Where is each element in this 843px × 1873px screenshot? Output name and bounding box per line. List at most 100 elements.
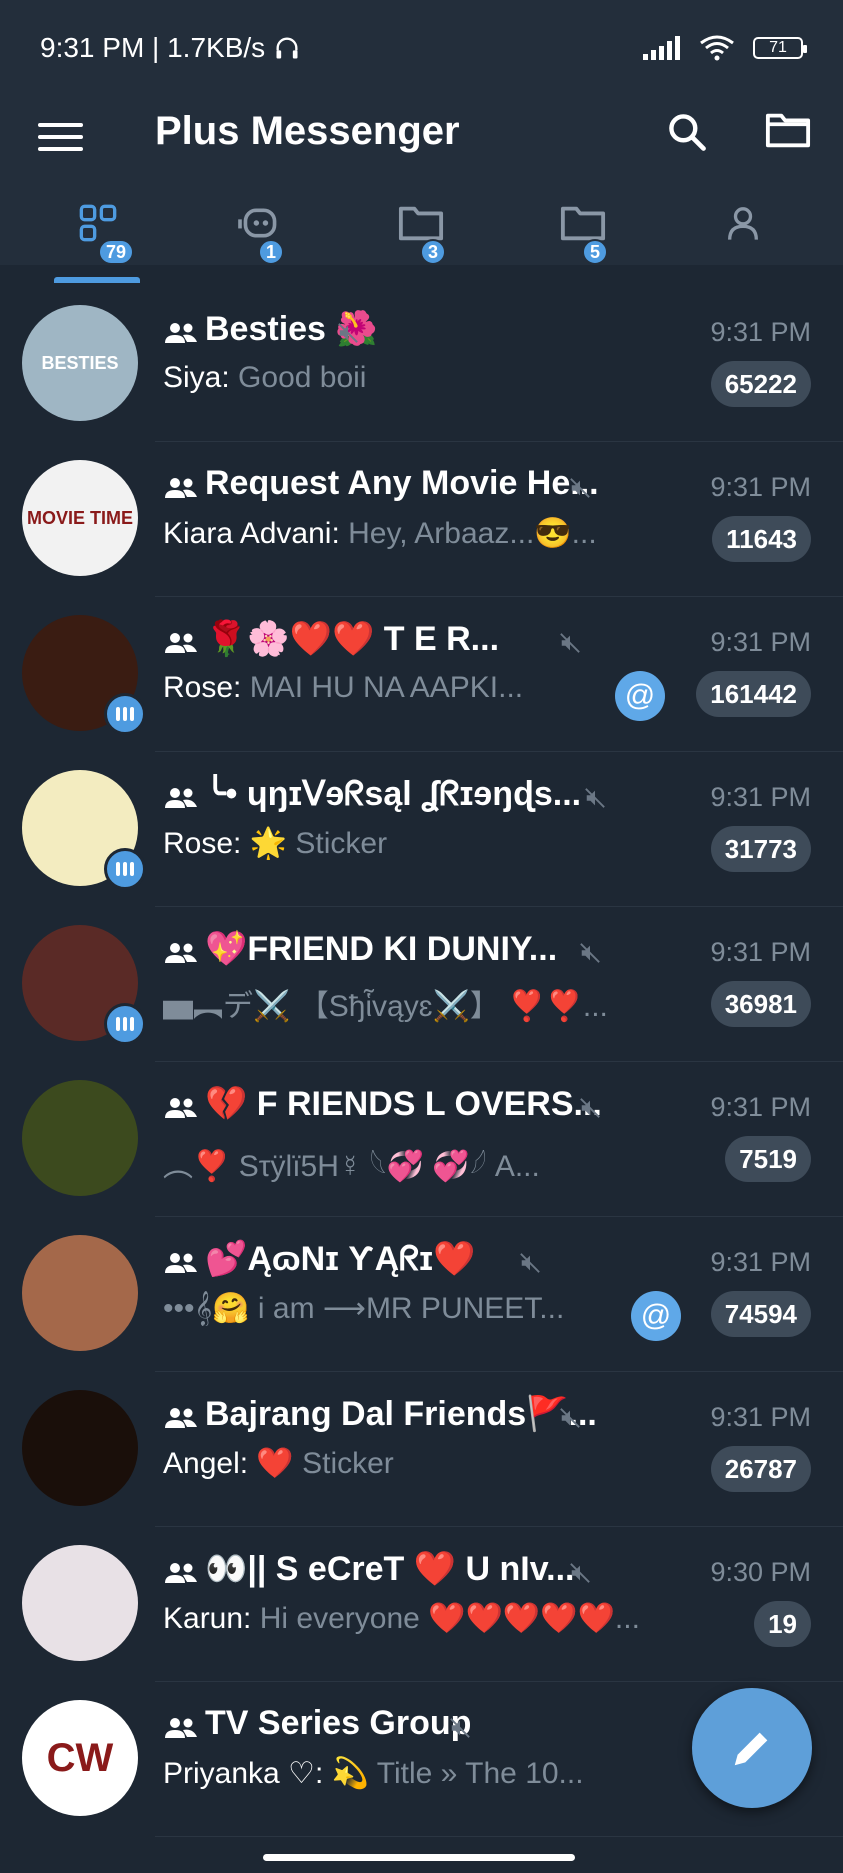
chat-avatar xyxy=(22,1235,138,1351)
chat-title: ╰• ɥŋɪᐯɘᖇsąl ʆᖇɪɘŋɖs... xyxy=(205,775,582,813)
preview-sender: Siya: xyxy=(163,361,230,394)
group-icon xyxy=(165,323,197,343)
preview-text: 💫 Title » The 10... xyxy=(331,1757,584,1790)
folders-button[interactable] xyxy=(765,110,815,160)
chat-list: BESTIES Besties 🌺 9:31 PM Siya: Good boi… xyxy=(0,287,843,1837)
avatar-label xyxy=(22,1080,138,1196)
message-preview: Kiara Advani: Hey, Arbaaz...😎... xyxy=(163,516,597,551)
chat-avatar: CW xyxy=(22,1700,138,1816)
preview-sender: Rose: xyxy=(163,827,242,860)
chat-title: 🌹🌸❤️❤️ T E R... xyxy=(205,620,500,658)
avatar-label: BESTIES xyxy=(41,352,119,373)
status-bar: 9:31 PM | 1.7KB/s 71 xyxy=(0,0,843,95)
preview-sender: Angel: xyxy=(163,1447,249,1480)
voice-chat-badge xyxy=(104,693,146,735)
tab-folder-1[interactable]: 3 xyxy=(360,195,480,265)
headphones-icon xyxy=(276,37,298,58)
pencil-icon xyxy=(734,1732,768,1766)
unread-count-badge: 74594 xyxy=(710,1291,811,1337)
tab-folder-2[interactable]: 5 xyxy=(522,195,642,265)
chat-time: 9:30 PM xyxy=(710,1557,811,1587)
compose-button[interactable] xyxy=(692,1688,812,1808)
unread-count-badge: 161442 xyxy=(696,671,811,717)
group-icon xyxy=(165,1098,197,1118)
voice-chat-badge xyxy=(104,848,146,890)
chat-title: 💔 F RIENDS L OVERS... xyxy=(205,1085,602,1123)
message-preview: Karun: Hi everyone ❤️❤️❤️❤️❤️... xyxy=(163,1601,640,1636)
chat-avatar xyxy=(22,1080,138,1196)
folder-icon xyxy=(765,113,811,148)
group-icon xyxy=(165,478,197,498)
avatar-label xyxy=(22,1235,138,1351)
preview-text: 🌟 Sticker xyxy=(249,827,388,860)
muted-icon xyxy=(570,478,590,498)
tab-badge: 5 xyxy=(582,239,609,265)
message-preview: ▅︻デ⚔️ 【Sђἷvąyɛ⚔️】 ❣️❣️... xyxy=(163,981,608,1025)
avatar-label xyxy=(22,1390,138,1506)
group-icon xyxy=(165,1253,197,1273)
divider xyxy=(155,1836,843,1837)
all-chats-icon xyxy=(79,204,117,242)
folder-icon xyxy=(398,206,444,241)
muted-icon xyxy=(520,1253,540,1273)
chat-row[interactable]: ╰• ɥŋɪᐯɘᖇsąl ʆᖇɪɘŋɖs... 9:31 PM Rose: 🌟 … xyxy=(0,752,843,907)
unread-count-badge: 26787 xyxy=(710,1446,811,1492)
preview-text: ❤️ Sticker xyxy=(256,1447,394,1480)
preview-text: ▅︻デ⚔️ 【Sђἷvąyɛ⚔️】 ❣️❣️... xyxy=(163,990,608,1023)
chat-row[interactable]: BESTIES Besties 🌺 9:31 PM Siya: Good boi… xyxy=(0,287,843,442)
signal-icon xyxy=(643,35,680,60)
menu-button[interactable] xyxy=(38,115,83,160)
group-icon xyxy=(165,788,197,808)
chat-title: Bajrang Dal Friends🚩... xyxy=(205,1395,597,1433)
avatar-label xyxy=(22,1545,138,1661)
preview-sender: Priyanka ♡: xyxy=(163,1757,324,1790)
unread-count-badge: 36981 xyxy=(710,981,811,1027)
muted-icon xyxy=(580,943,600,963)
chat-title: 💕ĄɷNɪ ƳĄᖇɪ❤️ xyxy=(205,1240,476,1278)
preview-sender: Rose: xyxy=(163,671,242,704)
app-bar: Plus Messenger 79 1 3 5 xyxy=(0,95,843,283)
chat-row[interactable]: 🌹🌸❤️❤️ T E R... 9:31 PM Rose: MAI HU NA … xyxy=(0,597,843,752)
message-preview: Angel: ❤️ Sticker xyxy=(163,1446,394,1481)
status-time: 9:31 PM | 1.7KB/s xyxy=(40,31,266,63)
unread-count-badge: 19 xyxy=(754,1601,811,1647)
muted-icon xyxy=(580,1098,600,1118)
chat-time: 9:31 PM xyxy=(710,472,811,502)
home-handle[interactable] xyxy=(263,1854,575,1861)
tab-bots[interactable]: 1 xyxy=(200,195,320,265)
tab-badge: 1 xyxy=(258,239,285,265)
muted-icon xyxy=(450,1718,470,1738)
group-icon xyxy=(165,1718,197,1738)
selected-tab-indicator xyxy=(54,277,140,283)
wifi-icon xyxy=(700,35,734,60)
search-icon xyxy=(669,114,706,151)
muted-icon xyxy=(570,1563,590,1583)
unread-count-badge: 11643 xyxy=(712,516,811,562)
group-icon xyxy=(165,633,197,653)
message-preview: Rose: MAI HU NA AAPKI... xyxy=(163,671,523,705)
chat-row[interactable]: 👀|| S eCreT ❤️ U nIv... 9:30 PM Karun: H… xyxy=(0,1527,843,1682)
group-icon xyxy=(165,943,197,963)
chat-row[interactable]: MOVIE TIME Request Any Movie He... 9:31 … xyxy=(0,442,843,597)
chat-time: 9:31 PM xyxy=(710,937,811,967)
chat-row[interactable]: 💔 F RIENDS L OVERS... 9:31 PM ︵❣️ Sτÿlï5… xyxy=(0,1062,843,1217)
chat-avatar xyxy=(22,1545,138,1661)
mention-badge: @ xyxy=(615,671,665,721)
unread-count-badge: 7519 xyxy=(725,1136,811,1182)
preview-text: Hi everyone ❤️❤️❤️❤️❤️... xyxy=(259,1602,640,1635)
tab-personal[interactable] xyxy=(685,195,805,265)
chat-time: 9:31 PM xyxy=(710,317,811,347)
search-button[interactable] xyxy=(665,110,715,160)
chat-row[interactable]: 💕ĄɷNɪ ƳĄᖇɪ❤️ 9:31 PM •••𝄞🤗 i am ⟶MR PUNE… xyxy=(0,1217,843,1372)
avatar-label: CW xyxy=(46,1735,114,1780)
tab-badge: 3 xyxy=(420,239,447,265)
tab-all-chats[interactable]: 79 xyxy=(40,195,160,265)
folder-icon xyxy=(560,206,606,241)
chat-row[interactable]: Bajrang Dal Friends🚩... 9:31 PM Angel: ❤… xyxy=(0,1372,843,1527)
battery-icon: 71 xyxy=(753,36,807,59)
chat-title: TV Series Group xyxy=(205,1704,472,1742)
chat-time: 9:31 PM xyxy=(710,1247,811,1277)
muted-icon xyxy=(560,633,580,653)
chat-row[interactable]: 💖FRIEND KI DUNIY... 9:31 PM ▅︻デ⚔️ 【Sђἷvą… xyxy=(0,907,843,1062)
chat-time: 9:31 PM xyxy=(710,1402,811,1432)
